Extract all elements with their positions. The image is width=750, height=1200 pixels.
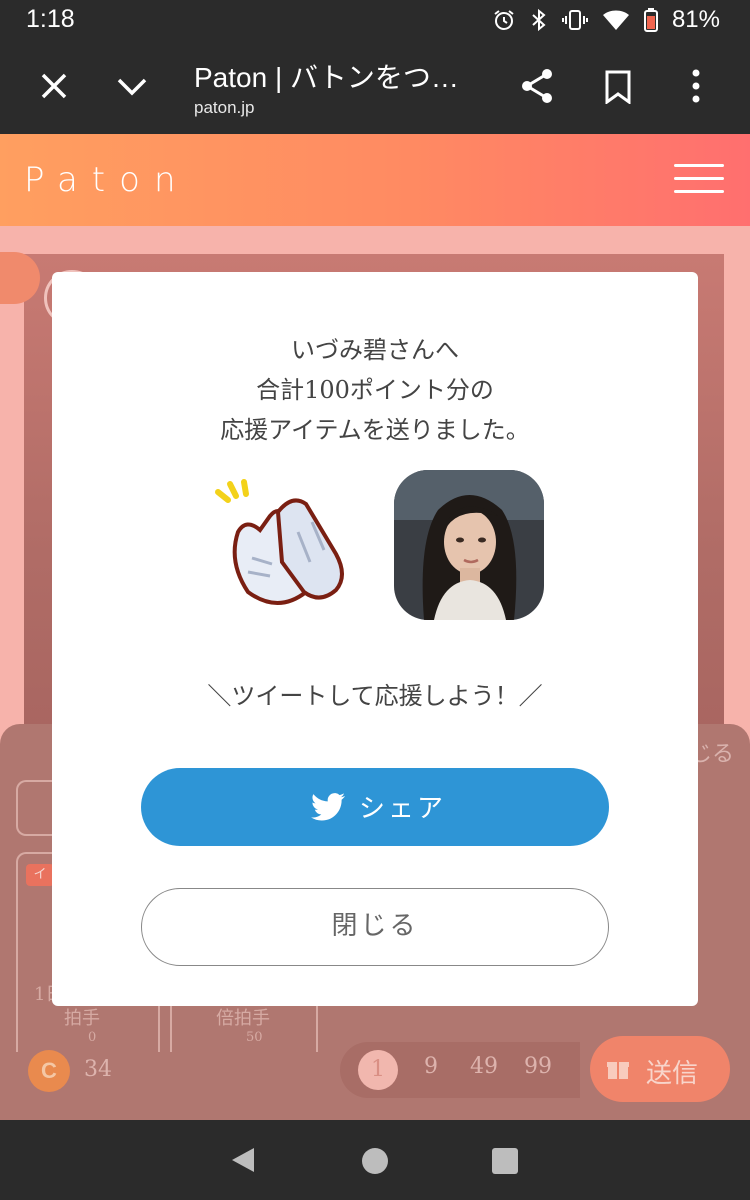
share-icon[interactable]: [520, 68, 554, 104]
twitter-icon: [311, 793, 345, 821]
item-badge: イ: [26, 864, 54, 886]
close-button[interactable]: 閉じる: [141, 888, 609, 966]
gift-icon: [607, 1062, 629, 1079]
share-button[interactable]: シェア: [141, 768, 609, 846]
coin-balance: 34: [84, 1057, 112, 1082]
quantity-selector: 1 9 49 99: [340, 1042, 580, 1098]
page-url: paton.jp: [194, 98, 255, 117]
back-icon[interactable]: [230, 1146, 258, 1174]
dialog-message: いづみ碧さんへ 合計100ポイント分の 応援アイテムを送りました。: [52, 330, 698, 450]
clapping-hands-icon: [215, 479, 344, 605]
more-options-icon[interactable]: [690, 68, 702, 104]
site-header: Paton: [0, 134, 750, 226]
battery-percent: 81%: [671, 6, 720, 33]
vibrate-icon: [561, 10, 588, 30]
tweet-prompt: ＼ツイートして応援しよう！／: [207, 682, 543, 710]
quantity-option[interactable]: 49: [470, 1054, 498, 1079]
avatar: [394, 470, 544, 620]
home-icon[interactable]: [362, 1148, 388, 1174]
site-logo[interactable]: Paton: [24, 160, 190, 200]
purchase-row: C 34 1 9 49 99 送信: [0, 1036, 750, 1114]
send-button[interactable]: 送信: [590, 1036, 730, 1102]
page-content: Paton じる イ 1日 拍手 0 倍拍手 50 C 34 1 9 49 99: [0, 134, 750, 1120]
message-line: 応援アイテムを送りました。: [220, 416, 530, 444]
system-nav-bar: [0, 1120, 750, 1200]
message-line: いづみ碧さんへ: [291, 336, 459, 364]
menu-icon[interactable]: [674, 164, 724, 194]
wifi-icon: [602, 10, 629, 30]
gift-sent-dialog: いづみ碧さんへ 合計100ポイント分の 応援アイテムを送りました。 ＼ツイートし…: [52, 272, 698, 1006]
message-line: 合計100ポイント分の: [256, 376, 494, 404]
quantity-option[interactable]: 9: [424, 1054, 438, 1079]
coin-icon: C: [28, 1050, 70, 1092]
bookmark-icon[interactable]: [604, 70, 632, 104]
item-label: 拍手: [64, 1008, 100, 1029]
quantity-option[interactable]: 1: [358, 1050, 398, 1090]
status-icons: 81%: [492, 6, 720, 34]
browser-toolbar: Paton | バトンをつ… paton.jp: [0, 42, 750, 134]
quantity-option[interactable]: 99: [524, 1054, 552, 1079]
share-label: シェア: [359, 794, 447, 824]
status-time: 1:18: [26, 5, 75, 33]
item-label: 倍拍手: [216, 1008, 270, 1029]
page-title: Paton | バトンをつ…: [194, 62, 459, 93]
close-icon[interactable]: [40, 72, 68, 100]
status-bar: 1:18 81%: [0, 0, 750, 42]
chevron-down-icon[interactable]: [116, 72, 148, 100]
recent-apps-icon[interactable]: [492, 1148, 518, 1174]
send-label: 送信: [646, 1059, 699, 1089]
battery-icon: [643, 8, 658, 32]
bluetooth-icon: [532, 8, 546, 32]
panel-tab: [16, 780, 56, 836]
alarm-icon: [494, 10, 514, 30]
